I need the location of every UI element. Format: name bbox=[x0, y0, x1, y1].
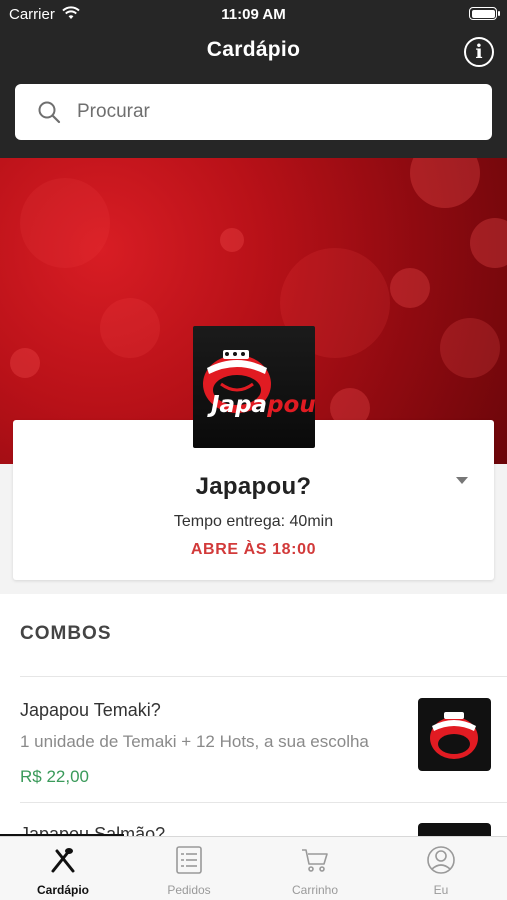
tab-label: Carrinho bbox=[291, 883, 339, 897]
item-image bbox=[418, 698, 491, 771]
search-icon bbox=[38, 101, 61, 124]
tab-bar: Cardápio Pedidos Carrinho Eu bbox=[0, 836, 507, 900]
divider bbox=[20, 676, 507, 677]
item-description: 1 unidade de Temaki + 12 Hots, a sua esc… bbox=[20, 732, 369, 751]
cart-icon bbox=[302, 849, 328, 872]
item-price: R$ 22,00 bbox=[20, 767, 89, 786]
opening-status: ABRE ÀS 18:00 bbox=[190, 541, 317, 558]
search-placeholder: Procurar bbox=[77, 101, 150, 122]
user-icon bbox=[427, 846, 455, 874]
tab-pedidos[interactable]: Pedidos bbox=[126, 837, 252, 900]
section-title: COMBOS bbox=[20, 623, 112, 644]
status-bar: Carrier 11:09 AM bbox=[0, 0, 507, 28]
tab-eu[interactable]: Eu bbox=[378, 837, 504, 900]
clock: 11:09 AM bbox=[221, 6, 286, 23]
mascot-icon bbox=[203, 350, 271, 413]
logo-wordmark: Japapou? bbox=[211, 392, 315, 418]
delivery-time: Tempo entrega: 40min bbox=[173, 513, 334, 530]
tab-label: Cardápio bbox=[36, 883, 89, 897]
divider bbox=[20, 802, 507, 803]
search-input[interactable]: Procurar bbox=[15, 84, 492, 140]
info-icon[interactable]: i bbox=[464, 37, 494, 67]
tab-carrinho[interactable]: Carrinho bbox=[252, 837, 378, 900]
tab-label: Pedidos bbox=[167, 883, 211, 897]
store-name: Japapou? bbox=[195, 473, 312, 500]
battery-icon bbox=[469, 7, 500, 20]
list-icon bbox=[176, 846, 202, 874]
tab-label: Eu bbox=[433, 883, 449, 897]
store-logo: Japapou? bbox=[193, 326, 315, 448]
item-name: Japapou Temaki? bbox=[20, 700, 161, 720]
tab-cardapio[interactable]: Cardápio bbox=[0, 837, 126, 900]
page-title: Cardápio bbox=[206, 38, 301, 61]
fork-knife-icon bbox=[51, 848, 75, 873]
chevron-down-icon[interactable] bbox=[456, 477, 468, 484]
